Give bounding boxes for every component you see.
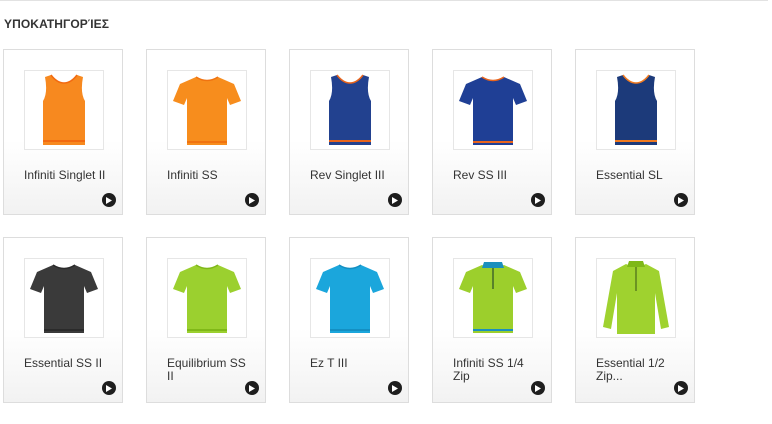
subcategory-card[interactable]: Rev Singlet III [289, 49, 409, 215]
tshirt-icon [173, 76, 241, 145]
singlet-icon [43, 74, 85, 145]
play-arrow-icon[interactable] [102, 193, 116, 207]
subcategory-label[interactable]: Infiniti SS [167, 169, 249, 182]
subcategory-card[interactable]: Equilibrium SS II [146, 237, 266, 403]
product-thumbnail[interactable] [24, 70, 104, 150]
subcategory-card[interactable]: Ez T III [289, 237, 409, 403]
product-thumbnail[interactable] [453, 70, 533, 150]
play-arrow-icon[interactable] [388, 381, 402, 395]
subcategory-card[interactable]: Essential SL [575, 49, 695, 215]
subcategory-label[interactable]: Infiniti SS 1/4 Zip [453, 357, 535, 383]
tshirt-icon [30, 264, 98, 333]
tshirt-icon [459, 76, 527, 145]
product-thumbnail[interactable] [453, 258, 533, 338]
play-arrow-icon[interactable] [531, 381, 545, 395]
subcategory-label[interactable]: Essential 1/2 Zip... [596, 357, 678, 383]
section-title: ΥΠΟΚΑΤΗΓΟΡΊΕΣ [4, 17, 110, 31]
subcategory-label[interactable]: Rev SS III [453, 169, 535, 182]
singlet-icon [615, 74, 657, 145]
product-thumbnail[interactable] [310, 258, 390, 338]
tshirt-icon [173, 264, 241, 333]
subcategory-label[interactable]: Infiniti Singlet II [24, 169, 106, 182]
top-divider [0, 0, 768, 1]
subcategory-label[interactable]: Ez T III [310, 357, 392, 370]
play-arrow-icon[interactable] [245, 193, 259, 207]
subcategory-card[interactable]: Essential 1/2 Zip... [575, 237, 695, 403]
subcategory-label[interactable]: Equilibrium SS II [167, 357, 249, 383]
subcategory-card[interactable]: Infiniti SS 1/4 Zip [432, 237, 552, 403]
tshirt-icon [316, 264, 384, 333]
play-arrow-icon[interactable] [245, 381, 259, 395]
play-arrow-icon[interactable] [531, 193, 545, 207]
product-thumbnail[interactable] [310, 70, 390, 150]
subcategory-card[interactable]: Essential SS II [3, 237, 123, 403]
product-thumbnail[interactable] [596, 258, 676, 338]
play-arrow-icon[interactable] [102, 381, 116, 395]
product-thumbnail[interactable] [596, 70, 676, 150]
subcategory-label[interactable]: Essential SS II [24, 357, 106, 370]
long-sleeve-icon [603, 261, 669, 334]
subcategory-card[interactable]: Rev SS III [432, 49, 552, 215]
subcategory-card[interactable]: Infiniti Singlet II [3, 49, 123, 215]
subcategory-label[interactable]: Rev Singlet III [310, 169, 392, 182]
product-thumbnail[interactable] [167, 258, 247, 338]
play-arrow-icon[interactable] [674, 381, 688, 395]
play-arrow-icon[interactable] [674, 193, 688, 207]
singlet-icon [329, 74, 371, 145]
product-thumbnail[interactable] [167, 70, 247, 150]
play-arrow-icon[interactable] [388, 193, 402, 207]
product-thumbnail[interactable] [24, 258, 104, 338]
subcategory-label[interactable]: Essential SL [596, 169, 678, 182]
zip-shirt-icon [459, 262, 527, 333]
subcategory-card[interactable]: Infiniti SS [146, 49, 266, 215]
